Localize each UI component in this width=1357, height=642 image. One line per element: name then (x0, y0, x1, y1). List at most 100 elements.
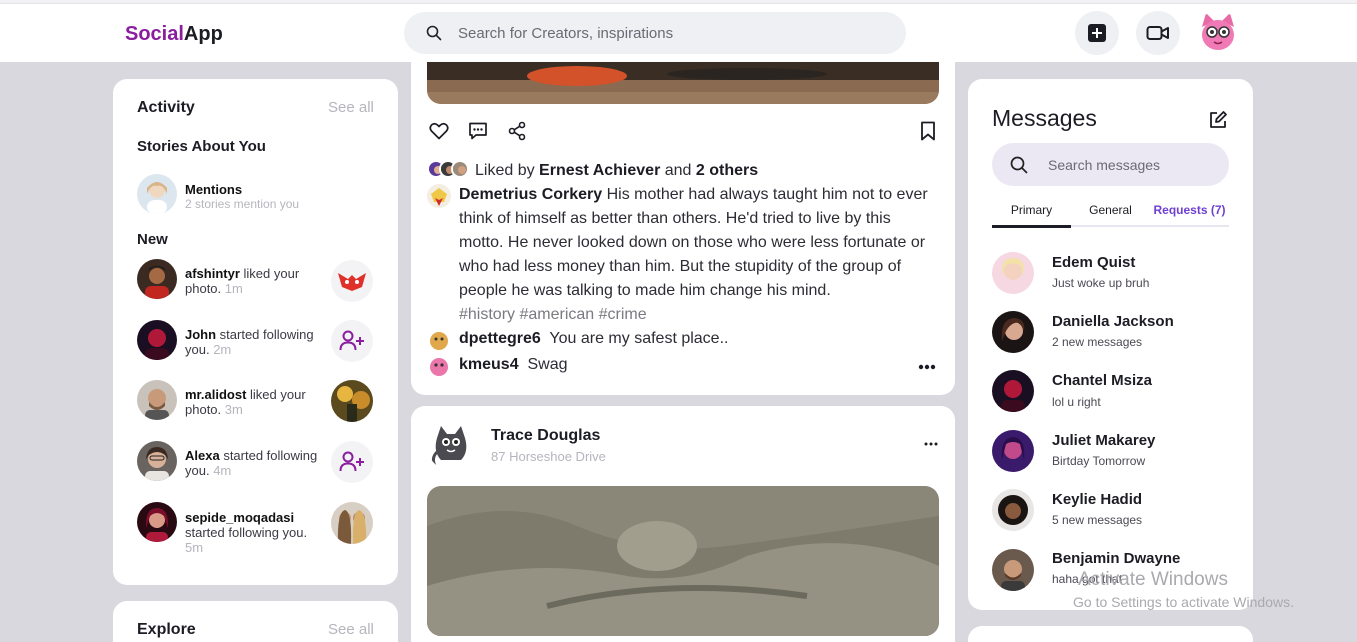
creator-search-input[interactable] (458, 24, 858, 42)
message-search-bar[interactable] (992, 143, 1229, 186)
edit-icon (1210, 111, 1227, 128)
active-tab-indicator (992, 225, 1071, 228)
activity-user[interactable]: sepide_moqadasi (185, 510, 294, 525)
follow-back-button[interactable] (331, 320, 373, 362)
post-card: Liked by Ernest Achiever and 2 others De… (411, 62, 955, 395)
message-search-input[interactable] (1048, 156, 1218, 173)
explore-see-all-link[interactable]: See all (328, 621, 374, 638)
activity-time: 3m (224, 402, 243, 417)
post-author-avatar[interactable] (427, 422, 475, 470)
activation-watermark-title: Activate Windows (1078, 569, 1228, 590)
mentions-block[interactable]: Mentions 2 stories mention you (185, 182, 325, 212)
more-icon (924, 442, 938, 446)
new-heading: New (137, 231, 168, 248)
comment-avatar[interactable] (427, 354, 451, 378)
activity-title: Activity (137, 99, 195, 116)
share-button[interactable] (505, 119, 529, 143)
like-button[interactable] (427, 119, 451, 143)
activity-item: Alexa started following you. 4m (185, 448, 325, 478)
liked-photo-thumbnail[interactable] (331, 380, 373, 422)
friend-requests-card (968, 626, 1253, 642)
post-hashtags[interactable]: #history #american #crime (459, 306, 647, 323)
add-post-icon (1088, 24, 1106, 42)
comment-avatar[interactable] (427, 328, 451, 352)
post-image[interactable] (427, 62, 939, 104)
profile-avatar[interactable] (1196, 11, 1240, 55)
activity-avatar-afshintyr[interactable] (137, 259, 177, 299)
bookmark-button[interactable] (916, 119, 940, 143)
tab-primary[interactable]: Primary (992, 203, 1071, 217)
tab-general[interactable]: General (1071, 203, 1150, 217)
comment-button[interactable] (466, 119, 490, 143)
post-author-name[interactable]: Trace Douglas (491, 427, 600, 445)
post-more-options-button[interactable] (915, 355, 939, 379)
activity-avatar-sepide[interactable] (137, 502, 177, 542)
post-more-options-button[interactable] (919, 432, 943, 456)
message-avatar[interactable] (992, 370, 1034, 412)
comment-icon (469, 122, 487, 140)
activity-avatar-mralidost[interactable] (137, 380, 177, 420)
follow-back-button[interactable] (331, 441, 373, 483)
mentions-label: Mentions (185, 182, 243, 197)
top-navbar: SocialApp (0, 4, 1357, 62)
add-post-button[interactable] (1075, 11, 1119, 55)
message-preview: lol u right (1052, 395, 1101, 409)
post-image[interactable] (427, 486, 939, 636)
liked-photo-thumbnail[interactable] (331, 260, 373, 302)
message-avatar[interactable] (992, 252, 1034, 294)
message-avatar[interactable] (992, 489, 1034, 531)
message-sender-name[interactable]: Edem Quist (1052, 254, 1135, 271)
add-user-icon (339, 330, 364, 351)
caption-author-avatar[interactable] (427, 184, 451, 208)
activity-time: 5m (185, 540, 204, 555)
liker-avatar (451, 160, 469, 178)
activity-action: started following you. (185, 525, 308, 540)
messages-card: Messages Primary General Requests (7) Ed… (968, 79, 1253, 610)
activity-user[interactable]: John (185, 327, 216, 342)
message-avatar[interactable] (992, 311, 1034, 353)
post-location: 87 Horseshoe Drive (491, 449, 606, 464)
activity-item: mr.alidost liked your photo. 3m (185, 387, 325, 417)
message-avatar[interactable] (992, 549, 1034, 591)
stories-heading: Stories About You (137, 138, 266, 155)
activity-see-all-link[interactable]: See all (328, 99, 374, 116)
comment-user[interactable]: dpettegre6 (459, 330, 541, 347)
message-sender-name[interactable]: Daniella Jackson (1052, 313, 1174, 330)
message-avatar[interactable] (992, 430, 1034, 472)
search-icon (1010, 156, 1028, 173)
follower-photo-thumbnail[interactable] (331, 502, 373, 544)
activity-user[interactable]: Alexa (185, 448, 220, 463)
logo-part-social: Social (125, 23, 184, 45)
activity-avatar-alexa[interactable] (137, 441, 177, 481)
activity-user[interactable]: mr.alidost (185, 387, 246, 402)
activity-avatar-john[interactable] (137, 320, 177, 360)
comment-text: Swag (527, 356, 568, 373)
comment-user[interactable]: kmeus4 (459, 356, 519, 373)
activity-time: 4m (213, 463, 232, 478)
mentions-avatar (137, 174, 177, 214)
compose-message-button[interactable] (1206, 108, 1230, 132)
red-mask-thumbnail-icon (338, 273, 366, 291)
liked-by-user[interactable]: Ernest Achiever (539, 162, 660, 179)
post-card: Trace Douglas 87 Horseshoe Drive (411, 406, 955, 642)
activity-time: 1m (224, 281, 243, 296)
message-preview: Birtday Tomorrow (1052, 454, 1146, 468)
caption-author-name[interactable]: Demetrius Corkery (459, 186, 602, 203)
tab-requests[interactable]: Requests (7) (1150, 203, 1229, 217)
message-sender-name[interactable]: Juliet Makarey (1052, 432, 1155, 449)
video-call-button[interactable] (1136, 11, 1180, 55)
share-icon (508, 121, 526, 141)
liked-others-link[interactable]: 2 others (696, 162, 758, 179)
add-user-icon (339, 451, 364, 472)
pink-cat-avatar-icon (1202, 13, 1234, 50)
logo-part-app: App (183, 23, 223, 45)
app-logo[interactable]: SocialApp (125, 23, 223, 46)
mentions-sub: 2 stories mention you (185, 197, 300, 211)
message-sender-name[interactable]: Chantel Msiza (1052, 372, 1152, 389)
message-sender-name[interactable]: Keylie Hadid (1052, 491, 1142, 508)
creator-search-bar[interactable] (404, 12, 906, 54)
message-preview: 2 new messages (1052, 335, 1143, 349)
activity-card: Activity See all Stories About You Menti… (113, 79, 398, 585)
activity-user[interactable]: afshintyr (185, 266, 240, 281)
message-sender-name[interactable]: Benjamin Dwayne (1052, 550, 1180, 567)
